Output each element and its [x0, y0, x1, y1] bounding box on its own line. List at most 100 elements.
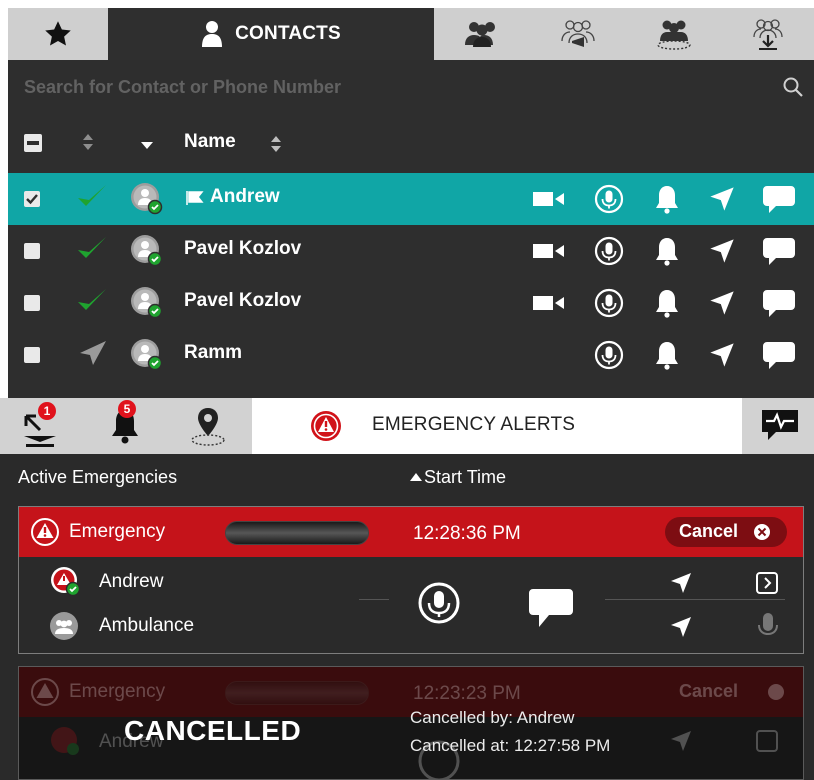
- tab-favorites[interactable]: [8, 8, 108, 60]
- message-icon[interactable]: [527, 585, 575, 631]
- participant-name[interactable]: Andrew: [99, 571, 163, 593]
- video-icon[interactable]: [532, 240, 566, 267]
- emergency-header-bar[interactable]: Emergency 12:28:36 PM Cancel: [19, 507, 803, 557]
- video-icon[interactable]: [532, 292, 566, 314]
- location-arrow-icon[interactable]: [669, 571, 693, 595]
- video-icon[interactable]: [532, 188, 566, 210]
- chevron-down-icon[interactable]: [140, 140, 154, 150]
- alert-bell-icon[interactable]: [652, 340, 682, 375]
- sort-status-icon[interactable]: [82, 133, 94, 151]
- microphone-icon[interactable]: [594, 340, 624, 375]
- contact-name[interactable]: Pavel Kozlov: [184, 290, 301, 312]
- location-arrow-icon[interactable]: [708, 289, 736, 322]
- video-icon[interactable]: [532, 240, 566, 262]
- microphone-icon[interactable]: [594, 288, 624, 318]
- microphone-icon[interactable]: [594, 236, 624, 271]
- search-input[interactable]: [24, 74, 764, 100]
- microphone-icon[interactable]: [417, 581, 461, 625]
- tab-area-groups[interactable]: [626, 8, 722, 60]
- cancelled-overlay-label: CANCELLED: [124, 715, 302, 746]
- tab-contacts[interactable]: CONTACTS: [108, 8, 434, 60]
- tab-groups[interactable]: [434, 8, 530, 60]
- location-arrow-icon[interactable]: [708, 185, 736, 213]
- microphone-icon[interactable]: [594, 340, 624, 370]
- status-offline-icon: [76, 339, 108, 372]
- divider: [359, 599, 389, 600]
- participant-name[interactable]: Ambulance: [99, 615, 194, 637]
- cancelled-by-text: Cancelled by: Andrew: [410, 708, 575, 727]
- area-pin-icon[interactable]: [188, 406, 228, 448]
- contact-row[interactable]: Pavel Kozlov: [8, 225, 814, 277]
- star-icon: [45, 21, 71, 46]
- row-checkbox[interactable]: [24, 191, 40, 207]
- contact-name[interactable]: Ramm: [184, 342, 242, 364]
- tab-download-groups[interactable]: [722, 8, 814, 60]
- message-icon[interactable]: [762, 288, 796, 323]
- status-online-icon: [78, 289, 106, 310]
- location-arrow-icon[interactable]: [669, 615, 693, 639]
- alert-bell-icon[interactable]: [652, 288, 682, 318]
- active-emergency-card[interactable]: Emergency 12:28:36 PM Cancel Andrew Ambu…: [18, 506, 804, 654]
- contact-row[interactable]: Andrew: [8, 173, 814, 225]
- search-icon[interactable]: [782, 76, 804, 98]
- divider: [605, 599, 785, 600]
- microphone-icon[interactable]: [594, 184, 624, 214]
- expand-icon[interactable]: [755, 571, 779, 595]
- location-arrow-icon[interactable]: [708, 237, 736, 270]
- microphone-icon[interactable]: [594, 236, 624, 266]
- message-icon[interactable]: [762, 184, 796, 219]
- contacts-panel: Name Andrew Pavel Kozlov Pavel Kozlov Ramm: [8, 60, 814, 400]
- emergency-alerts-title: EMERGENCY ALERTS: [372, 414, 576, 435]
- alert-bell-icon[interactable]: [652, 340, 682, 370]
- location-arrow-icon[interactable]: [708, 341, 736, 374]
- health-chat-icon[interactable]: [758, 404, 802, 444]
- avatar: [130, 234, 164, 273]
- message-icon[interactable]: [762, 184, 796, 214]
- sort-name-icon[interactable]: [270, 135, 282, 153]
- location-arrow-icon[interactable]: [708, 237, 736, 265]
- location-arrow-icon[interactable]: [708, 289, 736, 317]
- alert-bell-icon[interactable]: [652, 236, 682, 271]
- expand-icon: [756, 730, 778, 752]
- group-avatar-icon: [50, 612, 78, 640]
- video-icon[interactable]: [532, 188, 566, 215]
- cancelled-at-text: Cancelled at: 12:27:58 PM: [410, 736, 611, 755]
- alert-bell-icon[interactable]: [652, 184, 682, 219]
- row-checkbox[interactable]: [24, 243, 40, 259]
- inbox-badge: 1: [38, 402, 56, 420]
- sort-up-icon[interactable]: [410, 473, 422, 481]
- location-arrow-icon[interactable]: [708, 185, 736, 218]
- select-all-checkbox[interactable]: [24, 134, 42, 152]
- location-arrow-icon[interactable]: [708, 341, 736, 369]
- alert-bell-icon[interactable]: [652, 184, 682, 214]
- cancel-emergency-button[interactable]: Cancel: [665, 517, 787, 547]
- message-icon[interactable]: [762, 288, 796, 318]
- row-checkbox[interactable]: [24, 295, 40, 311]
- video-icon[interactable]: [532, 292, 566, 319]
- contact-row[interactable]: Pavel Kozlov: [8, 277, 814, 329]
- message-icon[interactable]: [762, 236, 796, 271]
- contacts-table-header: [8, 120, 814, 164]
- emergency-type: Emergency: [69, 521, 166, 542]
- message-icon[interactable]: [762, 236, 796, 266]
- message-icon[interactable]: [762, 340, 796, 370]
- contact-row[interactable]: Ramm: [8, 329, 814, 381]
- contact-name[interactable]: Andrew: [210, 186, 280, 208]
- start-time-header[interactable]: Start Time: [424, 467, 506, 488]
- emergency-progress-pill: [225, 521, 369, 545]
- row-checkbox[interactable]: [24, 347, 40, 363]
- close-icon: [754, 524, 770, 540]
- active-emergencies-header[interactable]: Active Emergencies: [18, 467, 177, 488]
- tab-broadcast-groups[interactable]: [530, 8, 626, 60]
- message-icon[interactable]: [762, 340, 796, 375]
- microphone-icon[interactable]: [594, 288, 624, 323]
- name-column-header[interactable]: Name: [184, 131, 236, 153]
- participant-alert-avatar: [51, 727, 79, 755]
- contact-name[interactable]: Pavel Kozlov: [184, 238, 301, 260]
- alert-bell-icon[interactable]: [652, 288, 682, 323]
- status-online-icon: [78, 237, 106, 258]
- participant-alert-avatar: [51, 567, 81, 597]
- microphone-icon[interactable]: [594, 184, 624, 219]
- checkmark-icon: [26, 194, 38, 205]
- alert-bell-icon[interactable]: [652, 236, 682, 266]
